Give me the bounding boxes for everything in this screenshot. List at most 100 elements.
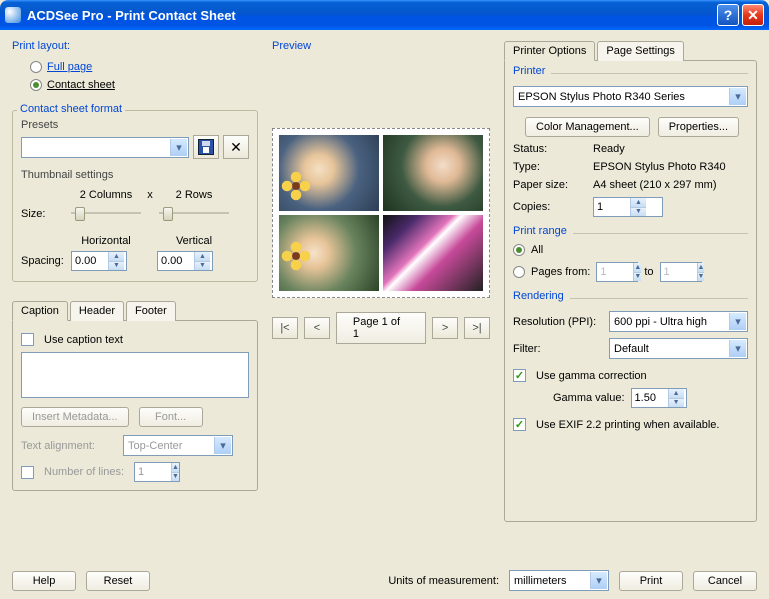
chevron-down-icon[interactable]: ▾ (729, 340, 746, 357)
preview-thumb-2 (383, 135, 483, 211)
spin-down-icon[interactable]: ▼ (668, 399, 684, 408)
printer-combo[interactable]: EPSON Stylus Photo R340 Series▾ (513, 86, 748, 107)
copies-input[interactable] (594, 198, 630, 216)
gamma-input[interactable] (632, 389, 668, 407)
filter-combo[interactable]: Default▾ (609, 338, 748, 359)
radio-pages-from[interactable] (513, 266, 525, 278)
spin-down-icon[interactable]: ▼ (108, 262, 124, 271)
printer-legend: Printer (513, 65, 551, 77)
pages-to-input[interactable] (661, 263, 697, 281)
caption-tabs: Caption Header Footer (12, 300, 258, 320)
help-button[interactable]: Help (12, 571, 76, 591)
vertical-spacing-input[interactable] (158, 252, 194, 270)
app-icon (5, 7, 21, 23)
contact-sheet-format-group: Contact sheet format Presets ▾ ✕ Thumbna… (12, 110, 258, 282)
tab-footer[interactable]: Footer (126, 301, 176, 321)
text-alignment-combo[interactable]: Top-Center▾ (123, 435, 233, 456)
status-label: Status: (513, 143, 593, 155)
presets-label: Presets (21, 119, 249, 131)
tab-printer-options[interactable]: Printer Options (504, 41, 595, 61)
rows-value: 2 (176, 189, 182, 201)
gamma-spinner[interactable]: ▲▼ (631, 388, 687, 408)
number-of-lines-input[interactable] (135, 463, 171, 481)
tab-page-settings[interactable]: Page Settings (597, 41, 684, 61)
number-of-lines-checkbox[interactable] (21, 466, 34, 479)
first-page-button[interactable]: |< (272, 317, 298, 339)
titlebar-help-button[interactable]: ? (717, 4, 739, 26)
prev-page-button[interactable]: < (304, 317, 330, 339)
dialog-footer: Help Reset Units of measurement: millime… (12, 570, 757, 591)
radio-full-page[interactable] (30, 61, 42, 73)
chevron-down-icon[interactable]: ▾ (214, 437, 231, 454)
horizontal-spacing-input[interactable] (72, 252, 108, 270)
spin-up-icon[interactable]: ▲ (697, 263, 705, 273)
spin-up-icon[interactable]: ▲ (108, 252, 124, 262)
vertical-label: Vertical (159, 235, 229, 247)
units-combo[interactable]: millimeters▾ (509, 570, 609, 591)
gamma-checkbox[interactable] (513, 369, 526, 382)
spin-down-icon[interactable]: ▼ (697, 273, 705, 282)
last-page-button[interactable]: >| (464, 317, 490, 339)
insert-metadata-button[interactable]: Insert Metadata... (21, 407, 129, 427)
reset-button[interactable]: Reset (86, 571, 150, 591)
print-range-legend: Print range (513, 225, 573, 237)
preview-heading: Preview (272, 40, 490, 52)
spin-up-icon[interactable]: ▲ (171, 463, 179, 473)
spin-up-icon[interactable]: ▲ (633, 263, 641, 273)
number-of-lines-spinner[interactable]: ▲▼ (134, 462, 180, 482)
print-button[interactable]: Print (619, 571, 683, 591)
caption-textarea[interactable] (21, 352, 249, 398)
filter-label: Filter: (513, 343, 609, 355)
presets-combo[interactable]: ▾ (21, 137, 189, 158)
resolution-value: 600 ppi - Ultra high (614, 316, 707, 328)
radio-contact-sheet[interactable] (30, 79, 42, 91)
paper-label: Paper size: (513, 179, 593, 191)
spin-down-icon[interactable]: ▼ (630, 208, 646, 217)
all-label: All (531, 244, 543, 256)
chevron-down-icon[interactable]: ▾ (729, 313, 746, 330)
chevron-down-icon[interactable]: ▾ (729, 88, 746, 105)
resolution-combo[interactable]: 600 ppi - Ultra high ▾ (609, 311, 748, 332)
pages-to-spinner[interactable]: ▲▼ (660, 262, 702, 282)
spin-up-icon[interactable]: ▲ (668, 389, 684, 399)
font-button[interactable]: Font... (139, 407, 203, 427)
spin-down-icon[interactable]: ▼ (633, 273, 641, 282)
tab-header[interactable]: Header (70, 301, 124, 321)
preview-thumb-3 (279, 215, 379, 291)
chevron-down-icon[interactable]: ▾ (590, 572, 607, 589)
exif-checkbox[interactable] (513, 418, 526, 431)
chevron-down-icon[interactable]: ▾ (170, 139, 187, 156)
vertical-spacing-spinner[interactable]: ▲▼ (157, 251, 213, 271)
color-management-button[interactable]: Color Management... (525, 117, 650, 137)
rows-label: Rows (185, 189, 213, 201)
contact-sheet-link[interactable]: Contact sheet (47, 79, 115, 91)
columns-slider[interactable] (71, 205, 141, 223)
use-caption-checkbox[interactable] (21, 333, 34, 346)
rows-slider[interactable] (159, 205, 229, 223)
spin-down-icon[interactable]: ▼ (171, 473, 179, 482)
titlebar-close-button[interactable]: ✕ (742, 4, 764, 26)
delete-preset-button[interactable]: ✕ (223, 135, 249, 159)
size-label: Size: (21, 208, 71, 220)
spin-up-icon[interactable]: ▲ (194, 252, 210, 262)
right-tabs: Printer Options Page Settings (504, 40, 757, 60)
pages-from-label: Pages from: (531, 266, 590, 278)
cancel-button[interactable]: Cancel (693, 571, 757, 591)
number-of-lines-label: Number of lines: (44, 466, 128, 478)
pages-from-input[interactable] (597, 263, 633, 281)
print-layout-heading: Print layout: (12, 40, 258, 52)
spin-down-icon[interactable]: ▼ (194, 262, 210, 271)
tab-caption[interactable]: Caption (12, 301, 68, 321)
radio-all[interactable] (513, 244, 525, 256)
full-page-link[interactable]: Full page (47, 61, 92, 73)
horizontal-spacing-spinner[interactable]: ▲▼ (71, 251, 127, 271)
preview-area (272, 128, 490, 298)
properties-button[interactable]: Properties... (658, 117, 739, 137)
next-page-button[interactable]: > (432, 317, 458, 339)
pages-from-spinner[interactable]: ▲▼ (596, 262, 638, 282)
copies-spinner[interactable]: ▲▼ (593, 197, 663, 217)
copies-label: Copies: (513, 201, 593, 213)
spin-up-icon[interactable]: ▲ (630, 198, 646, 208)
pager: |< < Page 1 of 1 > >| (272, 312, 490, 344)
save-preset-button[interactable] (193, 135, 219, 159)
